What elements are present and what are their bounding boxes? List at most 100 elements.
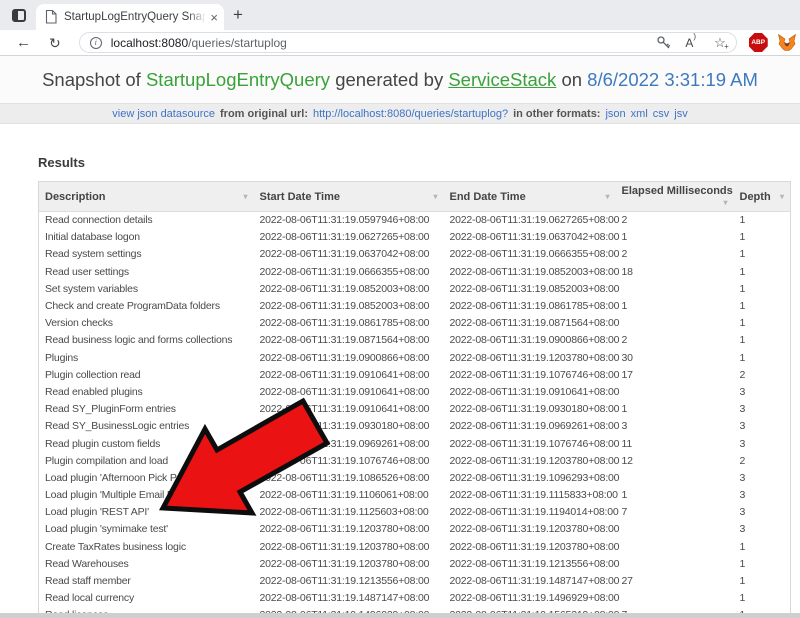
cell-end-date-time: 2022-08-06T11:31:19.1496929+08:00 <box>444 590 616 607</box>
cell-depth: 3 <box>734 521 791 538</box>
tab-close-icon[interactable]: × <box>210 11 218 24</box>
favorite-star-icon[interactable]: ☆+ <box>714 36 726 49</box>
cell-elapsed-milliseconds: 27 <box>616 573 734 590</box>
cell-end-date-time: 2022-08-06T11:31:19.1115833+08:00 <box>444 487 616 504</box>
cell-depth: 3 <box>734 470 791 487</box>
cell-description: Initial database logon <box>39 229 254 246</box>
results-heading: Results <box>38 155 85 170</box>
cell-description: Plugin compilation and load <box>39 453 254 470</box>
cell-start-date-time: 2022-08-06T11:31:19.0637042+08:00 <box>254 246 444 263</box>
cell-elapsed-milliseconds: 1 <box>616 487 734 504</box>
cell-description: Plugin collection read <box>39 367 254 384</box>
cell-start-date-time: 2022-08-06T11:31:19.1125603+08:00 <box>254 504 444 521</box>
cell-depth: 3 <box>734 504 791 521</box>
cell-description: Read system settings <box>39 246 254 263</box>
table-row: Read staff member2022-08-06T11:31:19.121… <box>39 573 791 590</box>
cell-start-date-time: 2022-08-06T11:31:19.0930180+08:00 <box>254 418 444 435</box>
cell-elapsed-milliseconds: 30 <box>616 350 734 367</box>
metamask-extension-icon[interactable] <box>778 34 796 51</box>
cell-depth: 1 <box>734 264 791 281</box>
column-label: Start Date Time <box>260 191 341 203</box>
cell-end-date-time: 2022-08-06T11:31:19.0930180+08:00 <box>444 401 616 418</box>
back-icon[interactable]: ← <box>16 35 31 50</box>
cell-start-date-time: 2022-08-06T11:31:19.1106061+08:00 <box>254 487 444 504</box>
cell-depth: 1 <box>734 539 791 556</box>
query-name: StartupLogEntryQuery <box>146 69 330 90</box>
cell-description: Read business logic and forms collection… <box>39 332 254 349</box>
site-info-icon[interactable]: i <box>90 37 102 49</box>
format-json-link[interactable]: json <box>605 108 625 120</box>
cell-elapsed-milliseconds <box>616 281 734 298</box>
cell-elapsed-milliseconds <box>616 521 734 538</box>
cell-start-date-time: 2022-08-06T11:31:19.1203780+08:00 <box>254 556 444 573</box>
sort-icon: ▾ <box>605 191 609 202</box>
column-header-start-date-time[interactable]: Start Date Time ▾ <box>254 182 444 212</box>
column-label: Depth <box>740 191 771 203</box>
table-row: Set system variables2022-08-06T11:31:19.… <box>39 281 791 298</box>
cell-depth: 1 <box>734 573 791 590</box>
view-json-datasource-link[interactable]: view json datasource <box>112 108 215 120</box>
table-row: Version checks2022-08-06T11:31:19.086178… <box>39 315 791 332</box>
column-header-end-date-time[interactable]: End Date Time ▾ <box>444 182 616 212</box>
sort-icon: ▾ <box>433 191 437 202</box>
table-row: Plugin compilation and load2022-08-06T11… <box>39 453 791 470</box>
sort-icon: ▾ <box>243 191 247 202</box>
table-row: Load plugin 'Afternoon Pick Permissions'… <box>39 470 791 487</box>
format-jsv-link[interactable]: jsv <box>674 108 687 120</box>
cell-description: Load plugin 'Multiple Email Providers' <box>39 487 254 504</box>
page-favicon-icon <box>45 10 57 24</box>
cell-description: Read plugin custom fields <box>39 435 254 452</box>
refresh-icon[interactable]: ↻ <box>49 36 61 50</box>
format-csv-link[interactable]: csv <box>653 108 670 120</box>
browser-tab[interactable]: StartupLogEntryQuery Snapshot × <box>36 4 224 30</box>
cell-start-date-time: 2022-08-06T11:31:19.0969261+08:00 <box>254 435 444 452</box>
column-label: Description <box>45 191 106 203</box>
adblock-extension-icon[interactable]: ABP <box>749 33 768 52</box>
cell-elapsed-milliseconds: 17 <box>616 367 734 384</box>
column-header-depth[interactable]: Depth▾ <box>734 182 791 212</box>
cell-depth: 2 <box>734 453 791 470</box>
cell-elapsed-milliseconds <box>616 590 734 607</box>
url-path: /queries/startuplog <box>188 36 287 50</box>
table-row: Read SY_BusinessLogic entries2022-08-06T… <box>39 418 791 435</box>
cell-elapsed-milliseconds: 11 <box>616 435 734 452</box>
tab-title: StartupLogEntryQuery Snapshot <box>64 11 206 23</box>
cell-elapsed-milliseconds: 1 <box>616 229 734 246</box>
password-key-icon[interactable] <box>656 35 671 50</box>
cell-elapsed-milliseconds <box>616 556 734 573</box>
table-row: Read SY_PluginForm entries2022-08-06T11:… <box>39 401 791 418</box>
read-aloud-icon[interactable]: A) <box>685 35 700 50</box>
table-row: Read connection details2022-08-06T11:31:… <box>39 212 791 230</box>
cell-elapsed-milliseconds <box>616 315 734 332</box>
cell-depth: 1 <box>734 556 791 573</box>
table-row: Read user settings2022-08-06T11:31:19.06… <box>39 264 791 281</box>
original-url-link[interactable]: http://localhost:8080/queries/startuplog… <box>313 108 508 120</box>
cell-description: Load plugin 'symimake test' <box>39 521 254 538</box>
table-row: Load plugin 'symimake test'2022-08-06T11… <box>39 521 791 538</box>
cell-end-date-time: 2022-08-06T11:31:19.0637042+08:00 <box>444 229 616 246</box>
sort-icon: ▾ <box>723 197 727 208</box>
column-header-elapsed-milliseconds[interactable]: Elapsed Milliseconds▾ <box>616 182 734 212</box>
servicestack-link[interactable]: ServiceStack <box>448 69 556 90</box>
tab-actions-button[interactable] <box>9 6 29 24</box>
address-bar[interactable]: i localhost:8080/queries/startuplog A) ☆… <box>79 32 737 53</box>
cell-description: Version checks <box>39 315 254 332</box>
snapshot-timestamp: 8/6/2022 3:31:19 AM <box>587 69 758 90</box>
cell-depth: 3 <box>734 418 791 435</box>
cell-start-date-time: 2022-08-06T11:31:19.0627265+08:00 <box>254 229 444 246</box>
title-prefix: Snapshot of <box>42 69 141 90</box>
column-label: End Date Time <box>450 191 526 203</box>
format-xml-link[interactable]: xml <box>631 108 648 120</box>
new-tab-button[interactable]: + <box>233 5 243 25</box>
url-text[interactable]: localhost:8080/queries/startuplog <box>111 36 657 50</box>
table-row: Initial database logon2022-08-06T11:31:1… <box>39 229 791 246</box>
cell-end-date-time: 2022-08-06T11:31:19.1487147+08:00 <box>444 573 616 590</box>
column-header-description[interactable]: Description ▾ <box>39 182 254 212</box>
cell-start-date-time: 2022-08-06T11:31:19.0910641+08:00 <box>254 401 444 418</box>
cell-elapsed-milliseconds <box>616 470 734 487</box>
cell-description: Read local currency <box>39 590 254 607</box>
bottom-edge-decoration <box>0 613 800 618</box>
cell-description: Read SY_BusinessLogic entries <box>39 418 254 435</box>
column-label: Elapsed Milliseconds <box>622 185 733 197</box>
cell-start-date-time: 2022-08-06T11:31:19.0871564+08:00 <box>254 332 444 349</box>
